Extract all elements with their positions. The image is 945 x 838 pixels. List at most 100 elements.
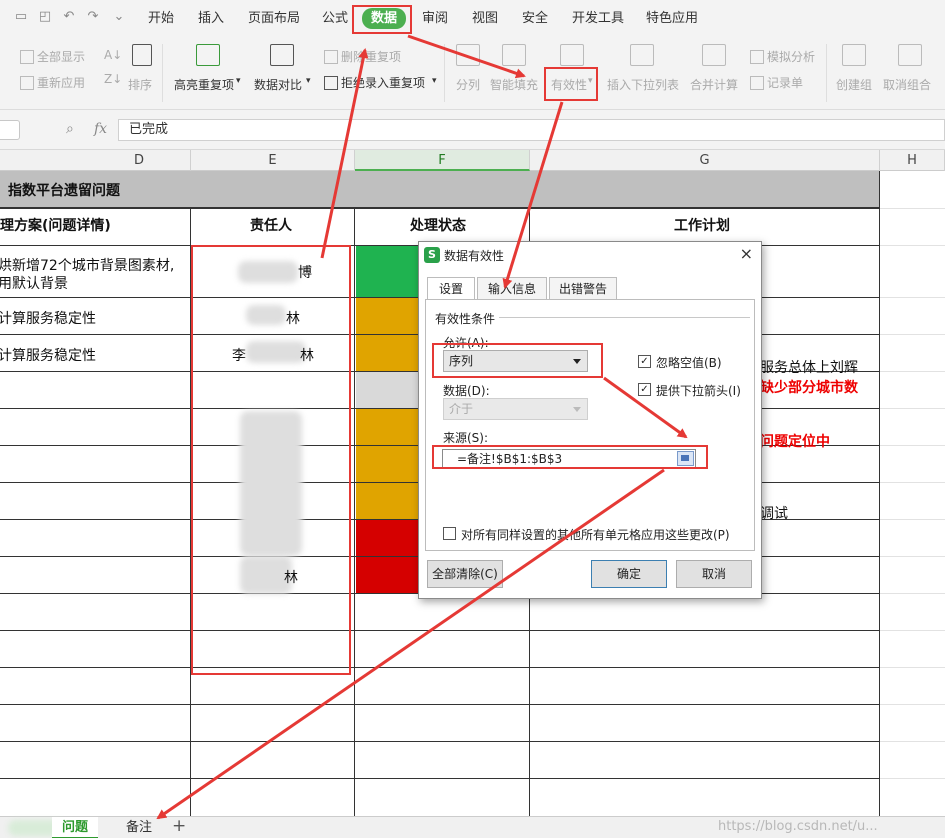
grid-line [0, 704, 880, 705]
compare-dropdown-icon[interactable]: ▾ [306, 76, 311, 86]
clear-all-button[interactable]: 全部清除(C) [427, 560, 503, 588]
sort-za-icon[interactable]: Z↓ [104, 72, 122, 86]
undo-icon[interactable]: ↶ [62, 10, 76, 24]
sort-az-icon[interactable]: A↓ [104, 48, 122, 62]
header-solution: 理方案(问题详情) [0, 218, 111, 234]
apply-all-checkbox[interactable] [443, 527, 456, 540]
show-all-button[interactable]: 全部显示 [20, 48, 85, 65]
zoom-icon[interactable]: ⌕ [66, 121, 74, 137]
tab-special-apps[interactable]: 特色应用 [646, 9, 698, 29]
source-input[interactable]: =备注!$B$1:$B$3 [442, 449, 696, 469]
column-header-f[interactable]: F [355, 150, 530, 171]
tab-developer[interactable]: 开发工具 [572, 9, 624, 29]
column-header-g[interactable]: G [530, 150, 880, 171]
data-compare-button[interactable]: 数据对比 [254, 76, 302, 93]
status-cell[interactable] [356, 371, 418, 408]
sheet-title-row[interactable]: 指数平台遗留问题 [0, 171, 880, 208]
status-cell[interactable] [356, 482, 418, 519]
owner-cell[interactable]: 林 [284, 567, 298, 587]
chevron-down-icon[interactable]: ⌄ [112, 10, 126, 24]
plan-cell[interactable]: 缺少部分城市数 [760, 377, 858, 397]
column-header-h[interactable]: H [880, 150, 945, 171]
split-column-button[interactable]: 分列 [456, 76, 480, 93]
ungroup-button[interactable]: 取消组合 [883, 76, 931, 93]
split-column-icon [456, 44, 480, 66]
solution-cell[interactable]: 烘新增72个城市背景图素材, [0, 255, 174, 275]
highlight-dropdown-icon[interactable]: ▾ [236, 76, 241, 86]
redacted-owner [246, 305, 286, 325]
plan-cell[interactable]: 调试 [760, 503, 788, 523]
solution-cell[interactable]: 计算服务稳定性 [0, 308, 96, 328]
chevron-down-icon [573, 407, 581, 412]
dropdown-arrow-label: 提供下拉箭头(I) [656, 384, 741, 398]
tab-insert[interactable]: 插入 [198, 9, 224, 29]
reject-duplicates-button[interactable]: 拒绝录入重复项 [324, 74, 425, 91]
remove-duplicates-button[interactable]: 删除重复项 [324, 48, 401, 65]
tab-settings[interactable]: 设置 [427, 277, 475, 301]
whatif-analysis-button[interactable]: 模拟分析 [750, 48, 815, 65]
smart-fill-button[interactable]: 智能填充 [490, 76, 538, 93]
status-cell[interactable] [356, 519, 418, 556]
tab-home[interactable]: 开始 [148, 9, 174, 29]
grid-line [0, 667, 880, 668]
tab-error-alert[interactable]: 出错警告 [549, 277, 617, 300]
sort-button[interactable]: 排序 [128, 76, 152, 93]
sheet-tab-notes[interactable]: 备注 [116, 817, 162, 838]
tab-formulas[interactable]: 公式 [322, 9, 348, 29]
column-header-d[interactable]: D [0, 150, 191, 171]
ok-button[interactable]: 确定 [591, 560, 667, 588]
status-cell[interactable] [356, 408, 418, 445]
add-sheet-button[interactable]: + [172, 816, 186, 836]
consolidate-button[interactable]: 合并计算 [690, 76, 738, 93]
owner-cell[interactable]: 林 [286, 308, 300, 328]
tab-view[interactable]: 视图 [472, 9, 498, 29]
dialog-titlebar[interactable]: S 数据有效性 × [419, 242, 761, 269]
solution-cell[interactable]: 用默认背景 [0, 273, 68, 293]
column-h-cells[interactable] [880, 171, 945, 816]
plan-cell[interactable]: 服务总体上刘辉 [760, 357, 858, 377]
tab-data[interactable]: 数据 [362, 8, 407, 29]
data-select[interactable]: 介于 [443, 398, 588, 420]
range-picker-icon[interactable] [677, 451, 694, 466]
cancel-button[interactable]: 取消 [676, 560, 752, 588]
create-group-button[interactable]: 创建组 [836, 76, 872, 93]
sheet-tab-issues[interactable]: 问题 [52, 817, 99, 838]
plan-cell[interactable]: 问题定位中 [760, 431, 830, 451]
create-group-icon [842, 44, 866, 66]
print-preview-icon[interactable]: ◰ [38, 10, 52, 24]
name-box[interactable] [0, 120, 20, 140]
close-icon[interactable]: × [740, 244, 753, 263]
tab-security[interactable]: 安全 [522, 9, 548, 29]
tab-input-message[interactable]: 输入信息 [477, 277, 547, 300]
data-compare-icon [270, 44, 294, 66]
tab-review[interactable]: 审阅 [422, 9, 448, 29]
status-cell[interactable] [356, 334, 418, 371]
ignore-blank-checkbox[interactable]: ✓ [638, 355, 651, 368]
column-header-e[interactable]: E [191, 150, 355, 171]
dropdown-arrow-checkbox[interactable]: ✓ [638, 383, 651, 396]
owner-cell[interactable]: 李 [232, 345, 246, 365]
validation-button[interactable]: 有效性 [551, 76, 587, 93]
validation-dropdown-icon[interactable]: ▾ [588, 76, 593, 86]
print-icon[interactable]: ▭ [14, 10, 28, 24]
status-cell[interactable] [356, 445, 418, 482]
reapply-button[interactable]: 重新应用 [20, 74, 85, 91]
record-form-button[interactable]: 记录单 [750, 74, 803, 91]
highlight-duplicates-icon [196, 44, 220, 66]
redo-icon[interactable]: ↷ [86, 10, 100, 24]
allow-select[interactable]: 序列 [443, 350, 588, 372]
fx-icon[interactable]: fx [94, 121, 107, 137]
tab-page-layout[interactable]: 页面布局 [248, 9, 300, 29]
owner-cell[interactable]: 博 [298, 262, 312, 282]
highlight-duplicates-button[interactable]: 高亮重复项 [174, 76, 234, 93]
status-cell[interactable] [356, 556, 418, 593]
formula-input[interactable]: 已完成 [118, 119, 945, 141]
solution-cell[interactable]: 计算服务稳定性 [0, 345, 96, 365]
validation-icon [560, 44, 584, 66]
grid-line [0, 778, 880, 779]
status-cell[interactable] [356, 245, 418, 297]
owner-cell[interactable]: 林 [300, 345, 314, 365]
status-cell[interactable] [356, 297, 418, 334]
reject-dropdown-icon[interactable]: ▾ [432, 76, 437, 86]
insert-dropdown-list-button[interactable]: 插入下拉列表 [607, 76, 679, 93]
